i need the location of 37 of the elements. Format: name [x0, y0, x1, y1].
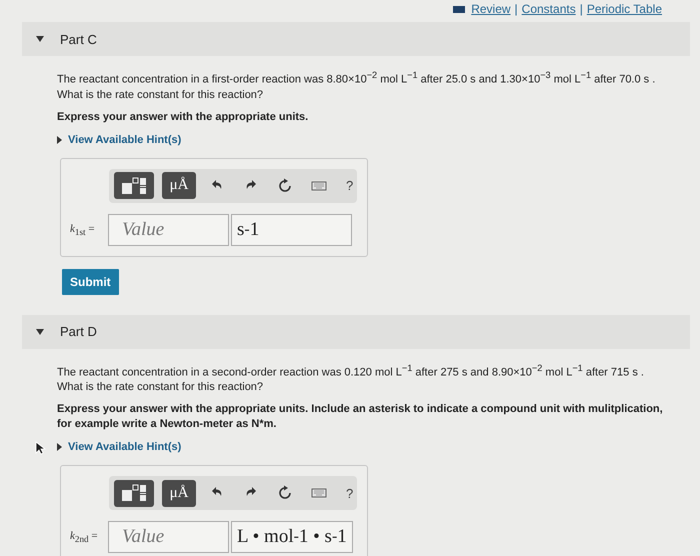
templates-button[interactable]: [114, 480, 154, 507]
hint-link[interactable]: View Available Hint(s): [68, 134, 182, 146]
answer-label: k$_{1st}$ =: [70, 222, 96, 237]
collapse-icon[interactable]: [36, 36, 44, 42]
reset-icon[interactable]: [277, 485, 293, 502]
part-title: Part C: [60, 32, 97, 46]
instruction-text: Express your answer with the appropriate units. Include an asterisk to indicate a compound unit with mulitplication, for example write a Newton-meter as N*m.: [57, 402, 664, 432]
header-link[interactable]: Constants: [522, 2, 576, 16]
link-separator: |: [514, 2, 518, 16]
expand-icon[interactable]: [57, 136, 62, 144]
collapse-icon[interactable]: [36, 328, 44, 335]
units-button[interactable]: μÅ: [162, 172, 196, 200]
link-separator: |: [580, 2, 583, 16]
value-field[interactable]: Value: [108, 214, 229, 246]
submit-button[interactable]: Submit: [62, 268, 119, 295]
question-text: The reactant concentration in a second-order reaction was 0.120 mol L$^{−1}$ after 275 s and 8.90×10$^{−2}$ mol L$^{−1}$ after 715 s .: [57, 362, 645, 380]
instruction-text: Express your answer with the appropriate units.: [57, 110, 310, 125]
value-field[interactable]: Value: [108, 521, 229, 554]
header-link[interactable]: Review: [471, 2, 511, 16]
help-button[interactable]: ?: [346, 486, 354, 501]
help-button[interactable]: ?: [346, 178, 354, 194]
templates-icon: [121, 176, 147, 195]
book-icon: [453, 6, 466, 12]
question-text: What is the rate constant for this reaction?: [57, 88, 264, 102]
question-text: The reactant concentration in a first-order reaction was 8.80×10$^{−2}$ mol L$^{−1}$ after 25.0 s and 1.30×10$^{−3}$ mol L$^{−1}$ after 70.0 s .: [57, 69, 656, 87]
units-button[interactable]: μÅ: [162, 480, 196, 507]
templates-icon: [121, 484, 147, 502]
hint-link[interactable]: View Available Hint(s): [68, 441, 182, 454]
part-title: Part D: [60, 324, 97, 340]
reset-icon[interactable]: [277, 178, 293, 194]
part-header[interactable]: Part D: [22, 314, 690, 349]
header-link[interactable]: Periodic Table: [586, 2, 662, 16]
templates-button[interactable]: [114, 172, 154, 200]
answer-label: k$_{2nd}$ =: [70, 530, 99, 544]
expand-icon[interactable]: [57, 443, 62, 452]
question-text: What is the rate constant for this reaction?: [57, 380, 264, 394]
part-header[interactable]: Part C: [22, 22, 690, 56]
